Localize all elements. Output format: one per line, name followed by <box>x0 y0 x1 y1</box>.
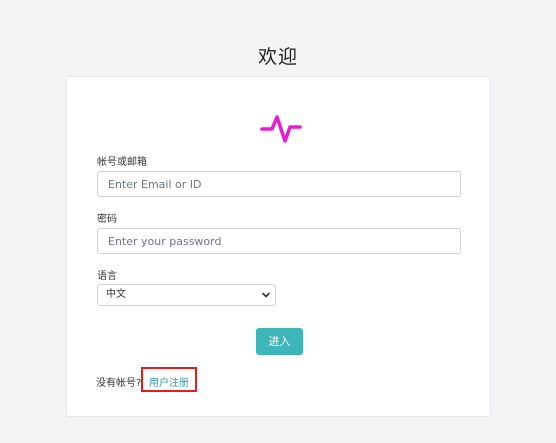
chevron-down-icon <box>262 292 270 298</box>
no-account-text: 没有帐号? <box>96 378 142 389</box>
password-input[interactable] <box>97 228 461 254</box>
account-label: 帐号或邮箱 <box>97 157 147 168</box>
register-link[interactable]: 用户注册 <box>149 374 189 389</box>
account-input[interactable] <box>97 171 461 197</box>
language-label: 语言 <box>97 271 117 282</box>
language-selected-value: 中文 <box>106 289 126 300</box>
enter-button[interactable]: 进入 <box>256 328 303 355</box>
page-title: 欢迎 <box>257 46 298 68</box>
language-select[interactable]: 中文 <box>97 284 276 306</box>
password-label: 密码 <box>97 214 117 225</box>
pulse-icon <box>260 115 302 143</box>
login-card: 帐号或邮箱 密码 语言 中文 进入 没有帐号? 用户注册 <box>66 76 491 417</box>
